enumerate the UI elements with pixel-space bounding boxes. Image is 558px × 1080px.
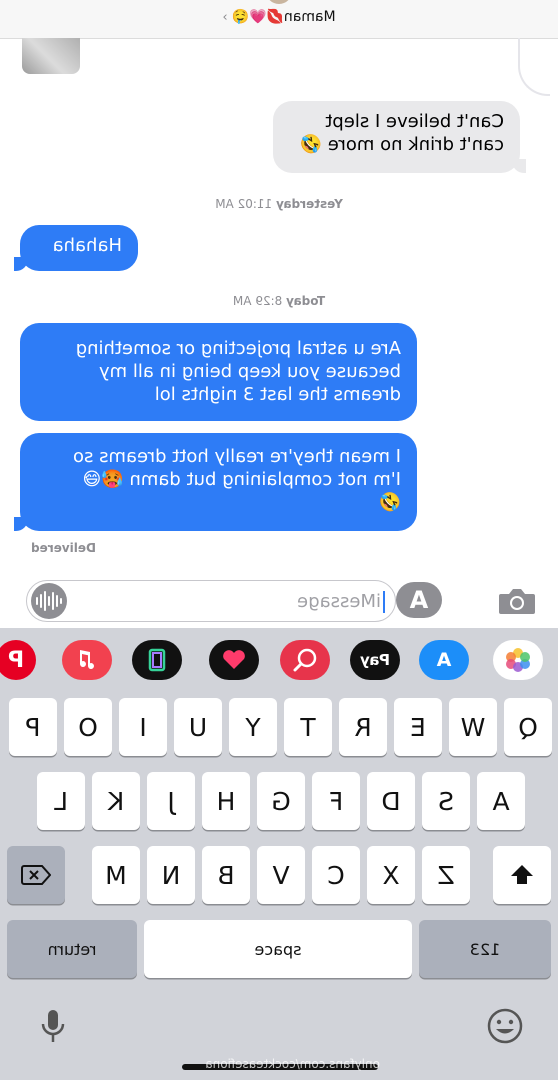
message-line: Can't believe I slept [325, 111, 504, 132]
mirrored-screen: Maman💋💗🤤› Can't believe I slept can't dr… [0, 0, 558, 1080]
music-note-icon [79, 650, 94, 670]
pinterest-icon: P [7, 647, 25, 673]
contact-emojis: 💋💗🤤 [231, 9, 284, 25]
timestamp-day: Today [286, 294, 326, 308]
camera-button[interactable] [497, 586, 537, 616]
key-y[interactable]: Y [229, 698, 277, 756]
contact-name: Maman [283, 9, 336, 25]
sticker-frame-icon [148, 648, 166, 672]
key-b[interactable]: B [202, 846, 250, 904]
message-line: Hahaha [52, 235, 122, 256]
app-store-app-button[interactable]: A [419, 640, 469, 680]
sent-message-bubble[interactable]: I mean they're really hott dreams so I'm… [14, 433, 417, 531]
bubble-tail [14, 257, 28, 271]
music-app-button[interactable] [62, 640, 112, 680]
audio-record-button[interactable] [31, 583, 67, 619]
pinterest-app-button[interactable]: P [0, 640, 36, 680]
key-z[interactable]: Z [422, 846, 470, 904]
space-key[interactable]: space [144, 920, 412, 978]
contact-avatar[interactable] [266, 0, 292, 4]
emoji-icon [487, 1008, 523, 1044]
delete-key[interactable] [7, 846, 65, 904]
camera-icon [499, 589, 535, 614]
delivered-status: Delivered [31, 541, 96, 555]
message-line: I mean they're really hott dreams so [72, 446, 401, 467]
key-g[interactable]: G [257, 772, 305, 830]
sent-message-bubble[interactable]: Hahaha [14, 225, 138, 271]
message-input[interactable]: iMessage [26, 580, 396, 622]
key-d[interactable]: D [367, 772, 415, 830]
conversation-header[interactable]: Maman💋💗🤤› [0, 0, 558, 39]
received-image-thumbnail[interactable] [22, 38, 80, 74]
text-caret [383, 591, 385, 613]
key-l[interactable]: L [37, 772, 85, 830]
key-x[interactable]: X [367, 846, 415, 904]
key-v[interactable]: V [257, 846, 305, 904]
apple-pay-app-button[interactable]: Pay [350, 640, 400, 680]
app-store-button[interactable]: A [396, 582, 442, 618]
key-s[interactable]: S [422, 772, 470, 830]
stickers-app-button[interactable] [132, 640, 182, 680]
message-line: dreams the last 3 nights lol [154, 384, 401, 405]
key-p[interactable]: P [9, 698, 57, 756]
keyboard: A Pay P Q W E R T Y U I O P A S D F G H … [0, 628, 558, 1080]
message-line: 🤣 [378, 492, 401, 513]
bubble-tail [512, 159, 526, 173]
message-placeholder: iMessage [297, 591, 381, 612]
key-q[interactable]: Q [504, 698, 552, 756]
bubble-tail [14, 517, 28, 531]
key-w[interactable]: W [449, 698, 497, 756]
timestamp-time: 8:29 AM [232, 294, 283, 308]
app-store-icon: A [436, 649, 452, 671]
app-strip: A Pay P [0, 628, 558, 694]
key-c[interactable]: C [312, 846, 360, 904]
key-n[interactable]: N [147, 846, 195, 904]
app-store-icon: A [409, 586, 429, 614]
timestamp-time: 11:02 AM [215, 197, 273, 211]
key-i[interactable]: I [119, 698, 167, 756]
message-line: Are u astral projecting or something [75, 338, 401, 359]
key-f[interactable]: F [312, 772, 360, 830]
key-e[interactable]: E [394, 698, 442, 756]
message-line: I'm not complaining but damn 🥵😅 [82, 469, 402, 490]
key-r[interactable]: R [339, 698, 387, 756]
key-o[interactable]: O [64, 698, 112, 756]
key-h[interactable]: H [202, 772, 250, 830]
received-message-bubble[interactable]: Can't believe I slept can't drink no mor… [273, 101, 526, 173]
photos-icon [506, 648, 530, 672]
digital-touch-app-button[interactable] [209, 640, 259, 680]
sent-message-bubble[interactable]: Are u astral projecting or something bec… [20, 323, 417, 421]
globe-search-icon [293, 648, 317, 672]
photos-app-button[interactable] [493, 640, 543, 680]
timestamp-day: Yesterday [276, 197, 343, 211]
apple-pay-icon: Pay [359, 651, 391, 669]
heart-hand-icon [223, 650, 245, 669]
key-t[interactable]: T [284, 698, 332, 756]
shift-icon [511, 865, 533, 884]
return-key[interactable]: return [7, 920, 137, 978]
numbers-key[interactable]: 123 [419, 920, 551, 978]
timestamp: Today 8:29 AM [0, 294, 558, 308]
chevron-right-icon: › [222, 10, 228, 25]
emoji-key[interactable] [485, 1006, 525, 1046]
shift-key[interactable] [493, 846, 551, 904]
key-m[interactable]: M [92, 846, 140, 904]
key-j[interactable]: J [147, 772, 195, 830]
backspace-icon [21, 865, 51, 885]
key-a[interactable]: A [477, 772, 525, 830]
message-line: can't drink no more 🤣 [299, 134, 504, 155]
dictation-key[interactable] [33, 1006, 73, 1046]
key-k[interactable]: K [92, 772, 140, 830]
watermark-text: onlyfans.com/cockteasefiona [205, 1057, 380, 1071]
received-image-tail [518, 38, 550, 96]
images-search-app-button[interactable] [280, 640, 330, 680]
key-u[interactable]: U [174, 698, 222, 756]
message-line: because you keep being in all my [98, 361, 401, 382]
contact-title[interactable]: Maman💋💗🤤› [0, 9, 558, 25]
microphone-icon [41, 1010, 65, 1042]
timestamp: Yesterday 11:02 AM [0, 197, 558, 211]
